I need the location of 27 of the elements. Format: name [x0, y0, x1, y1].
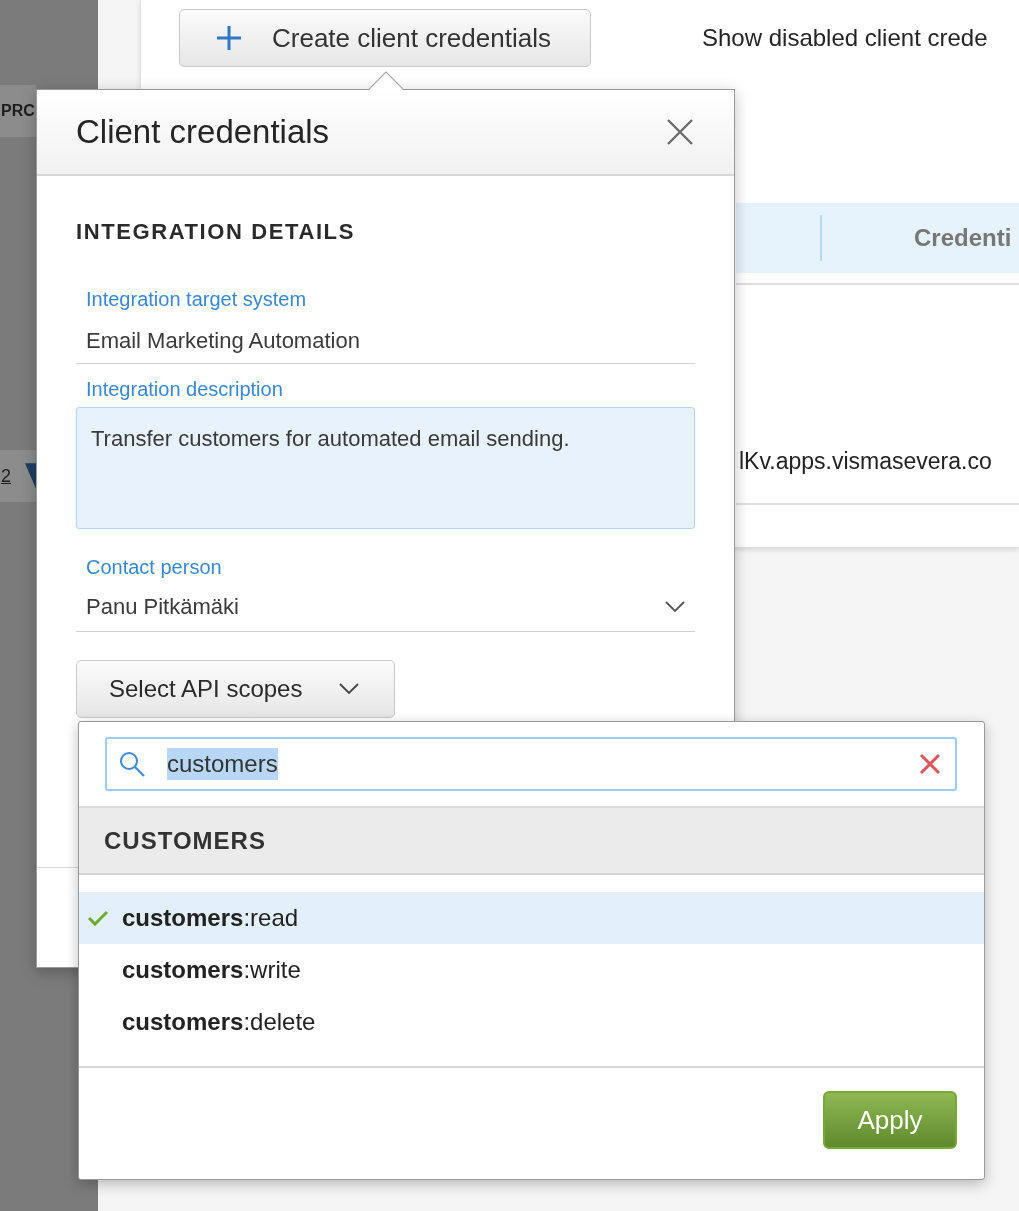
group-header: CUSTOMERS	[79, 806, 984, 875]
check-icon	[88, 910, 108, 926]
plus-icon	[216, 25, 242, 51]
column-header: Credenti	[913, 224, 1012, 252]
section-title: INTEGRATION DETAILS	[76, 218, 356, 246]
popover-title: Client credentials	[76, 113, 330, 151]
field-label: Integration description	[85, 377, 284, 402]
sidebar-item[interactable]: PRC	[0, 85, 36, 137]
scope-option[interactable]: customers:read	[79, 892, 984, 944]
chevron-down-icon	[339, 683, 359, 695]
field-label: Integration target system	[85, 287, 308, 312]
select-scopes-button[interactable]: Select API scopes	[76, 660, 395, 718]
field-label: Contact person	[85, 555, 223, 580]
sidebar-item[interactable]: 2	[0, 450, 36, 502]
text-field[interactable]: Email Marketing Automation	[76, 312, 695, 364]
search-field[interactable]: customers	[105, 737, 957, 791]
scope-option[interactable]: customers:delete	[79, 996, 984, 1048]
table-cell: lKv.apps.vismasevera.co	[739, 448, 992, 474]
filter-label: Show disabled client crede	[702, 24, 988, 52]
scope-option[interactable]: customers:write	[79, 944, 984, 996]
select-field[interactable]: Panu Pitkämäki	[76, 580, 695, 632]
chevron-down-icon	[665, 601, 685, 613]
textarea-field[interactable]: Transfer customers for automated email sending.	[76, 407, 695, 529]
close-icon[interactable]	[667, 119, 693, 145]
create-button[interactable]: Create client credentials	[179, 9, 591, 67]
close-icon[interactable]	[919, 753, 941, 775]
search-icon	[119, 751, 145, 777]
